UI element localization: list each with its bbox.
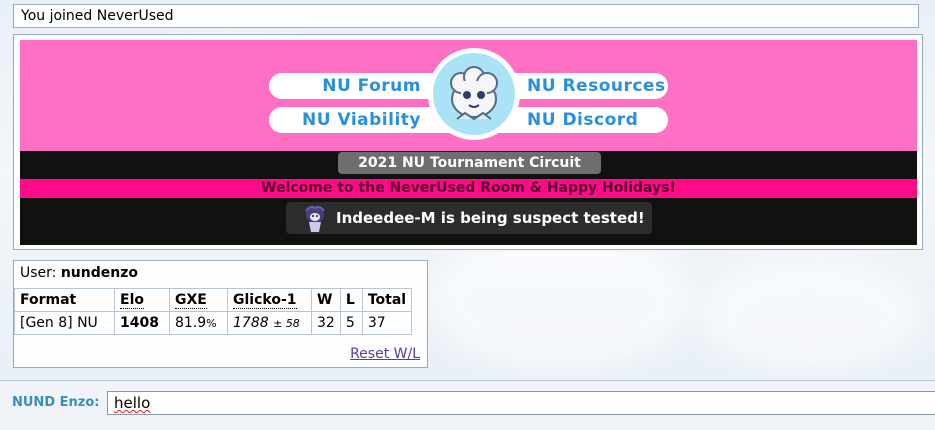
welcome-message: Welcome to the NeverUsed Room & Happy Ho… (20, 179, 917, 198)
reset-wl-link[interactable]: Reset W/L (350, 346, 420, 362)
wins-cell: 32 (311, 311, 341, 335)
suspect-test-text: Indeedee-M is being suspect tested! (336, 209, 645, 227)
col-glicko: Glicko-1 (227, 288, 312, 312)
ladder-table: Format Elo GXE Glicko-1 W L Total [Gen 8… (14, 288, 413, 335)
chat-message-input[interactable]: hello (107, 391, 935, 415)
col-total: Total (361, 288, 413, 312)
user-line: User: nundenzo (20, 265, 138, 281)
total-cell: 37 (361, 311, 413, 335)
table-row: [Gen 8] NU 1408 81.9% 1788 ± 58 32 5 37 (14, 311, 413, 335)
format-cell: [Gen 8] NU (14, 311, 115, 335)
losses-cell: 5 (339, 311, 363, 335)
room-banner: NU Forum NU Resources NU Viability NU Di… (20, 40, 917, 245)
glicko-cell: 1788 ± 58 (227, 311, 312, 335)
col-wins: W (311, 288, 341, 312)
suspect-test-notice[interactable]: Indeedee-M is being suspect tested! (286, 202, 652, 234)
col-elo: Elo (114, 288, 170, 312)
chat-username: NUND Enzo: (12, 395, 100, 410)
vanilluxe-icon (450, 66, 498, 121)
elo-cell: 1408 (114, 311, 170, 335)
ladder-header-row: Format Elo GXE Glicko-1 W L Total (14, 288, 413, 312)
join-notice-text: You joined NeverUsed (21, 8, 174, 24)
chat-input-bar: NUND Enzo: hello (0, 380, 935, 430)
col-format: Format (14, 288, 115, 312)
user-stats-panel: User: nundenzo Format Elo GXE Glicko-1 W… (13, 260, 428, 368)
col-gxe: GXE (169, 288, 228, 312)
user-label: User: (20, 265, 57, 281)
indeedee-icon (305, 206, 325, 232)
tournament-circuit-label: 2021 NU Tournament Circuit (338, 152, 601, 174)
join-notice: You joined NeverUsed (13, 4, 919, 28)
gxe-cell: 81.9% (169, 311, 228, 335)
room-logo (428, 48, 520, 140)
col-losses: L (339, 288, 363, 312)
room-banner-box: NU Forum NU Resources NU Viability NU Di… (13, 34, 923, 250)
user-name: nundenzo (60, 265, 138, 281)
